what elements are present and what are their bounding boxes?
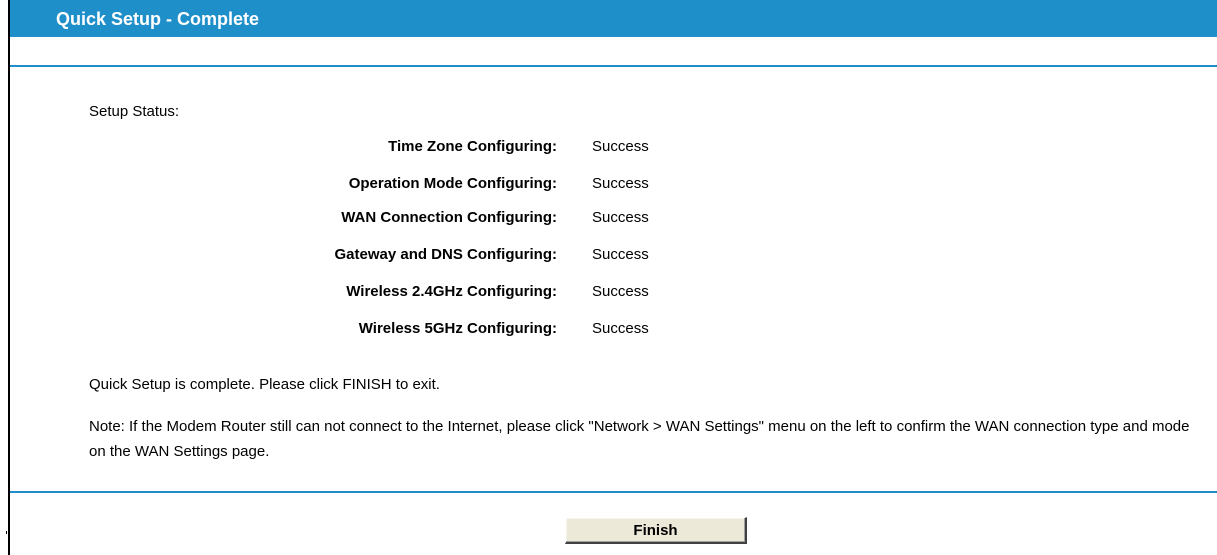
status-value: Success — [592, 138, 649, 155]
status-row-time-zone: Time Zone Configuring: Success — [0, 136, 1217, 158]
header-bar: Quick Setup - Complete — [10, 0, 1217, 37]
divider-bottom — [10, 491, 1217, 493]
left-border — [8, 0, 10, 555]
completion-message: Quick Setup is complete. Please click FI… — [89, 376, 440, 393]
status-value: Success — [592, 320, 649, 337]
status-row-wireless-5ghz: Wireless 5GHz Configuring: Success — [0, 318, 1217, 340]
divider-top — [10, 65, 1217, 67]
status-row-wan-connection: WAN Connection Configuring: Success — [0, 207, 1217, 229]
status-value: Success — [592, 175, 649, 192]
status-name: Gateway and DNS Configuring: — [334, 246, 557, 263]
status-name: WAN Connection Configuring: — [341, 209, 557, 226]
status-row-gateway-dns: Gateway and DNS Configuring: Success — [0, 244, 1217, 266]
note-text: Note: If the Modem Router still can not … — [89, 418, 1190, 460]
status-name: Operation Mode Configuring: — [348, 175, 557, 192]
status-name: Wireless 2.4GHz Configuring: — [346, 283, 557, 300]
status-name: Time Zone Configuring: — [388, 138, 557, 155]
status-row-wireless-24ghz: Wireless 2.4GHz Configuring: Success — [0, 281, 1217, 303]
page-title: Quick Setup - Complete — [56, 9, 260, 29]
status-value: Success — [592, 209, 649, 226]
status-value: Success — [592, 283, 649, 300]
status-row-operation-mode: Operation Mode Configuring: Success — [0, 173, 1217, 195]
border-mark — [6, 531, 7, 534]
finish-button[interactable]: Finish — [565, 517, 747, 544]
setup-status-label: Setup Status: — [89, 103, 180, 120]
status-value: Success — [592, 246, 649, 263]
status-name: Wireless 5GHz Configuring: — [358, 320, 557, 337]
